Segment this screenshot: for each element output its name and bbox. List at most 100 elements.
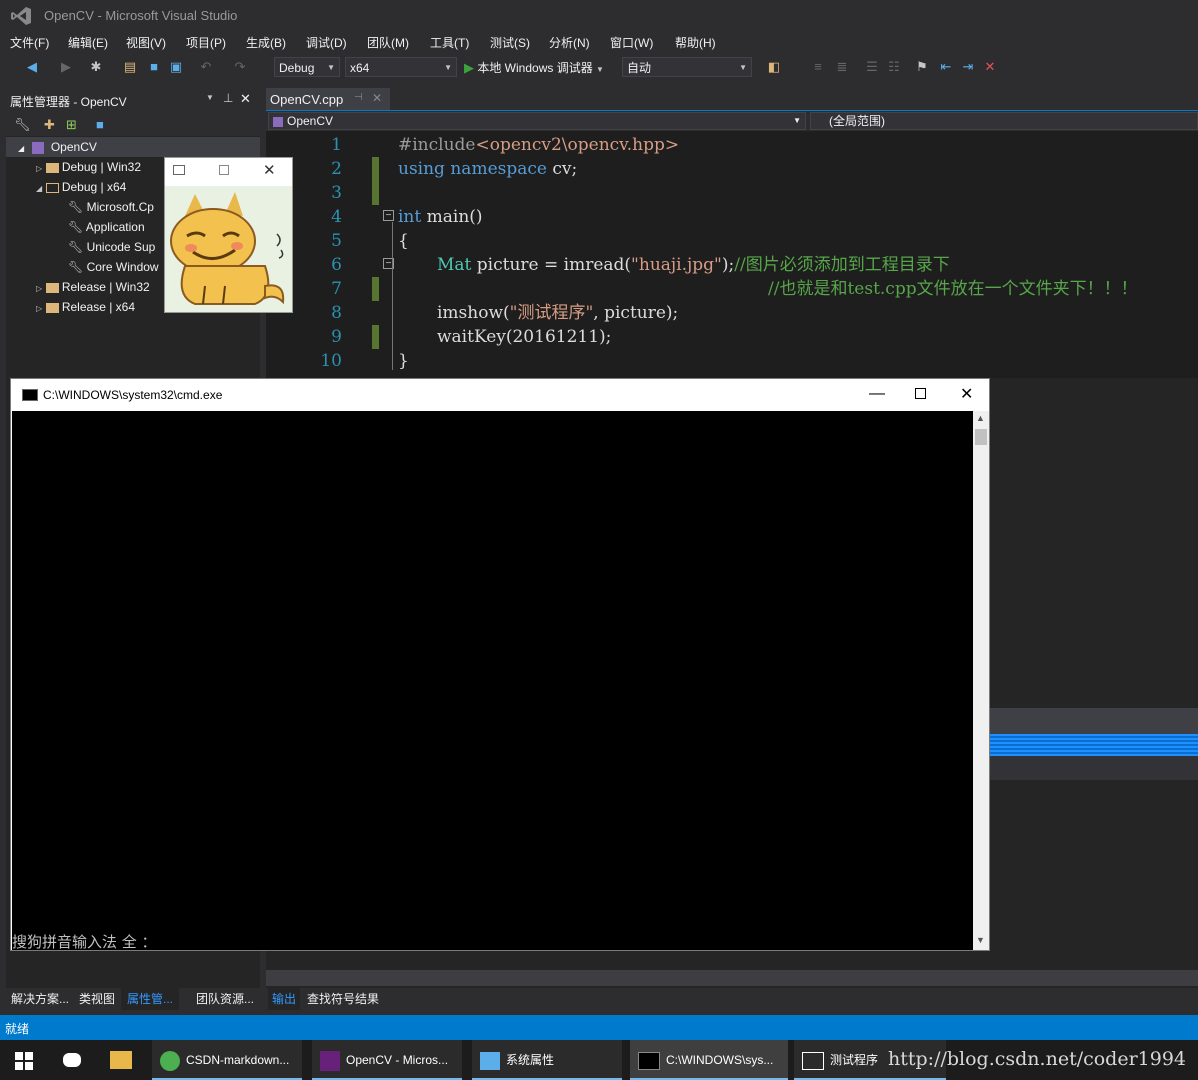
save-icon[interactable]: ■ bbox=[146, 59, 162, 75]
tab-class-view[interactable]: 类视图 bbox=[79, 990, 115, 1007]
tab-find-symbol-results[interactable]: 查找符号结果 bbox=[307, 990, 379, 1007]
tab-property-manager[interactable]: 属性管... bbox=[121, 987, 180, 1010]
menu-window[interactable]: 窗口(W) bbox=[610, 34, 653, 51]
tree-item-root[interactable]: ◢ OpenCV bbox=[6, 137, 260, 157]
maximize-icon[interactable] bbox=[915, 388, 926, 399]
close-icon[interactable]: ✕ bbox=[372, 91, 382, 105]
editor-tabstrip bbox=[266, 88, 1198, 110]
close-icon[interactable]: ✕ bbox=[960, 384, 973, 404]
undo-icon[interactable]: ↶ bbox=[198, 59, 214, 75]
code-token: "测试程序" bbox=[509, 303, 594, 323]
tab-opencv-cpp[interactable]: OpenCV.cpp ⊣ ✕ bbox=[266, 88, 390, 110]
back-icon[interactable]: ◀ bbox=[24, 59, 40, 75]
project-nav-select[interactable]: OpenCV ▼ bbox=[268, 112, 806, 130]
maximize-icon[interactable] bbox=[219, 165, 229, 175]
menu-project[interactable]: 项目(P) bbox=[186, 34, 226, 51]
menu-team[interactable]: 团队(M) bbox=[367, 34, 409, 51]
cmd-window[interactable]: C:\WINDOWS\system32\cmd.exe — ✕ 搜狗拼音输入法 … bbox=[10, 378, 990, 951]
menu-test[interactable]: 测试(S) bbox=[490, 34, 530, 51]
folder-icon bbox=[45, 282, 59, 293]
panel-strip bbox=[990, 708, 1198, 734]
tab-output[interactable]: 输出 bbox=[268, 987, 301, 1010]
collapse-block-icon[interactable]: − bbox=[383, 210, 394, 221]
wrench-icon: 🔧︎ bbox=[68, 220, 84, 234]
code-token: "huaji.jpg" bbox=[631, 255, 722, 275]
next-bookmark-icon[interactable]: ⇥ bbox=[960, 59, 976, 75]
menu-tools[interactable]: 工具(T) bbox=[430, 34, 469, 51]
close-icon[interactable]: ✕ bbox=[263, 161, 276, 179]
platform-select[interactable]: x64 ▼ bbox=[345, 57, 457, 77]
close-icon[interactable]: ✕ bbox=[240, 91, 251, 107]
new-project-icon[interactable]: ✱ bbox=[88, 59, 104, 75]
windows-start-icon[interactable] bbox=[15, 1052, 33, 1070]
app-icon bbox=[173, 165, 185, 175]
menu-analyze[interactable]: 分析(N) bbox=[549, 34, 590, 51]
menu-debug[interactable]: 调试(D) bbox=[306, 34, 347, 51]
tree-item-label: Application bbox=[85, 220, 145, 234]
pin-icon[interactable]: ⊥ bbox=[223, 91, 233, 105]
tab-team-explorer[interactable]: 团队资源... bbox=[196, 990, 254, 1007]
scroll-thumb[interactable] bbox=[975, 429, 987, 445]
tree-item-label: Debug | x64 bbox=[61, 180, 127, 194]
tree-item-release-win32[interactable]: ▷ Release | Win32 bbox=[36, 277, 150, 297]
code-token: picture = imread( bbox=[471, 255, 632, 275]
menu-file[interactable]: 文件(F) bbox=[10, 34, 49, 51]
taskbar-item-cmd[interactable]: C:\WINDOWS\sys... bbox=[630, 1040, 788, 1080]
prev-bookmark-icon[interactable]: ⇤ bbox=[938, 59, 954, 75]
redo-icon[interactable]: ↷ bbox=[232, 59, 248, 75]
tree-item-unicode-support[interactable]: 🔧︎ Unicode Sup bbox=[68, 237, 155, 257]
config-value: Debug bbox=[279, 61, 315, 75]
toolbar: ◀ ▶ ✱ ▤ ■ ▣ ↶ ↷ Debug ▼ x64 ▼ ▶ 本地 Windows… bbox=[0, 54, 1198, 82]
forward-icon[interactable]: ▶ bbox=[58, 59, 74, 75]
scroll-down-icon[interactable]: ▼ bbox=[976, 935, 985, 945]
visual-studio-icon bbox=[320, 1050, 340, 1071]
tree-item-release-x64[interactable]: ▷ Release | x64 bbox=[36, 297, 135, 317]
menu-build[interactable]: 生成(B) bbox=[246, 34, 286, 51]
save-icon[interactable]: ■ bbox=[96, 117, 104, 132]
comment-icon[interactable]: ☰ bbox=[864, 59, 880, 75]
outdent-icon[interactable]: ≣ bbox=[834, 59, 850, 75]
scope-nav-select[interactable]: (全局范围) bbox=[810, 112, 1198, 130]
add-property-sheet-icon[interactable]: ✚ bbox=[44, 117, 55, 133]
tree-item-debug-x64[interactable]: ◢ Debug | x64 bbox=[36, 177, 126, 197]
editor-navbar: OpenCV ▼ (全局范围) bbox=[266, 111, 1198, 131]
horizontal-scrollbar[interactable] bbox=[266, 970, 1198, 986]
taskbar-item-visual-studio[interactable]: OpenCV - Micros... bbox=[312, 1040, 462, 1080]
tree-item-debug-win32[interactable]: ▷ Debug | Win32 bbox=[36, 157, 141, 177]
taskbar-item-system-properties[interactable]: 系统属性 bbox=[472, 1040, 622, 1080]
config-select[interactable]: Debug ▼ bbox=[274, 57, 340, 77]
menu-help[interactable]: 帮助(H) bbox=[675, 34, 716, 51]
tree-item-application[interactable]: 🔧︎ Application bbox=[68, 217, 145, 237]
start-debug-button[interactable]: ▶ 本地 Windows 调试器 ▼ bbox=[464, 58, 604, 78]
cmd-scrollbar[interactable]: ▲ ▼ bbox=[973, 411, 989, 950]
tree-item-core-windows[interactable]: 🔧︎ Core Window bbox=[68, 257, 159, 277]
save-all-icon[interactable]: ▣ bbox=[168, 59, 184, 75]
code-token: #include bbox=[398, 135, 476, 155]
menu-view[interactable]: 视图(V) bbox=[126, 34, 166, 51]
image-window[interactable]: ✕ bbox=[164, 157, 293, 313]
uncomment-icon[interactable]: ☷ bbox=[886, 59, 902, 75]
clear-bookmarks-icon[interactable]: ✕ bbox=[982, 59, 998, 75]
chevron-down-icon: ▼ bbox=[327, 63, 335, 72]
wrench-icon[interactable]: 🔧︎ bbox=[14, 117, 31, 133]
open-file-icon[interactable]: ▤ bbox=[122, 59, 138, 75]
indent-icon[interactable]: ≡ bbox=[810, 59, 826, 75]
tree-item-microsoft-cpp[interactable]: 🔧︎ Microsoft.Cp bbox=[68, 197, 154, 217]
menu-edit[interactable]: 编辑(E) bbox=[68, 34, 108, 51]
auto-select[interactable]: 自动 ▼ bbox=[622, 57, 752, 77]
taskbar-label: C:\WINDOWS\sys... bbox=[666, 1053, 774, 1067]
pin-icon[interactable]: ⊣ bbox=[354, 92, 363, 103]
scroll-up-icon[interactable]: ▲ bbox=[976, 413, 985, 423]
bookmark-icon[interactable]: ⚑ bbox=[914, 59, 930, 75]
minimize-icon[interactable]: — bbox=[869, 385, 885, 403]
file-explorer-icon[interactable] bbox=[110, 1051, 132, 1069]
cmd-console[interactable]: 搜狗拼音输入法 全 ： bbox=[12, 411, 973, 951]
cortana-icon[interactable] bbox=[63, 1053, 81, 1067]
line-number: 5 bbox=[331, 231, 342, 251]
code-token: Mat bbox=[437, 255, 472, 275]
find-icon[interactable]: ◧ bbox=[766, 59, 782, 75]
taskbar-item-csdn[interactable]: CSDN-markdown... bbox=[152, 1040, 302, 1080]
tab-solution-explorer[interactable]: 解决方案... bbox=[11, 990, 69, 1007]
chevron-down-icon[interactable]: ▼ bbox=[206, 93, 214, 102]
add-new-sheet-icon[interactable]: ⊞ bbox=[66, 117, 77, 133]
